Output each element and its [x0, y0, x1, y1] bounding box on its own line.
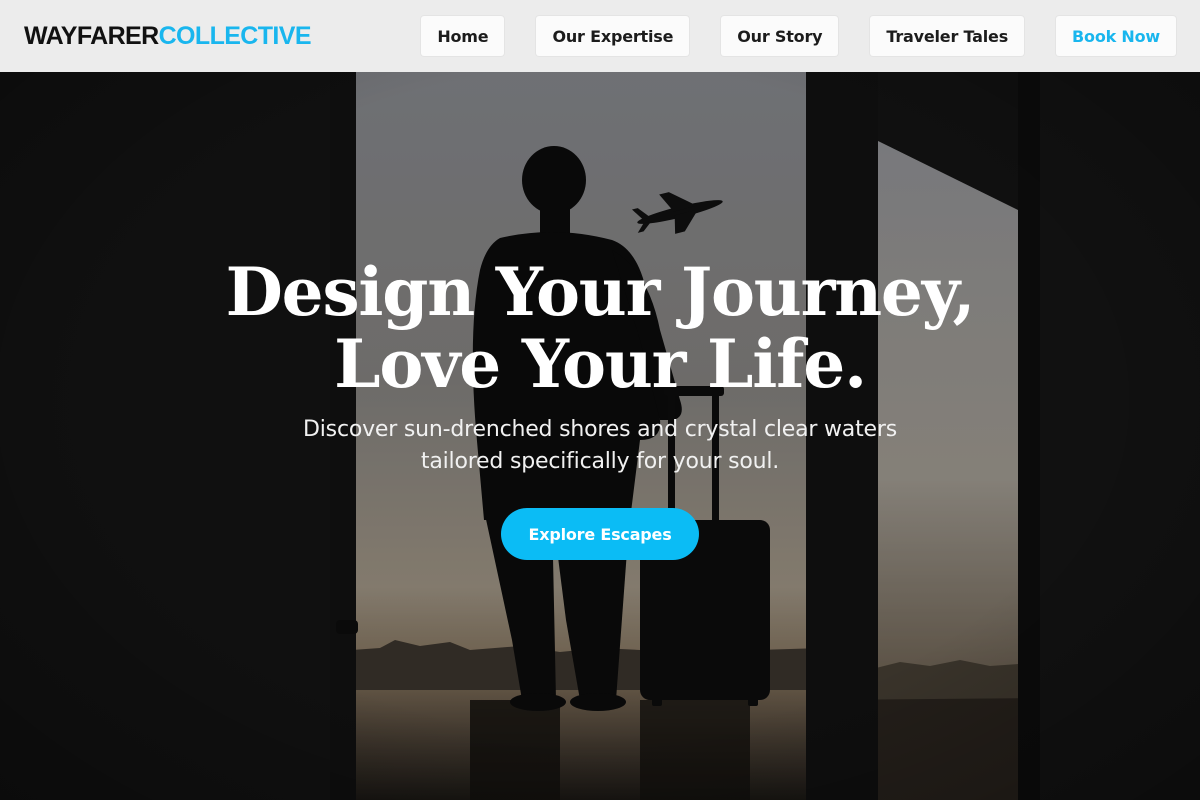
nav-our-story-button[interactable]: Our Story [721, 16, 839, 56]
nav-book-now-button[interactable]: Book Now [1056, 16, 1176, 56]
hero-content: Design Your Journey, Love Your Life. Dis… [0, 256, 1200, 560]
explore-escapes-button[interactable]: Explore Escapes [501, 508, 699, 560]
nav-home-button[interactable]: Home [421, 16, 505, 56]
main-nav: Home Our Expertise Our Story Traveler Ta… [421, 16, 1176, 56]
brand-name-part-1: WAYFARER [24, 21, 159, 50]
brand-name-part-2: COLLECTIVE [158, 21, 312, 50]
hero-subtitle-line-1: Discover sun-drenched shores and crystal… [303, 417, 897, 442]
hero-subtitle: Discover sun-drenched shores and crystal… [0, 414, 1200, 478]
brand-logo[interactable]: WAYFARER COLLECTIVE [24, 21, 312, 50]
site-header: WAYFARER COLLECTIVE Home Our Expertise Ou… [0, 0, 1200, 72]
hero-subtitle-line-2: tailored specifically for your soul. [420, 449, 780, 474]
hero-headline-line-2: Love Your Life. [334, 325, 867, 403]
nav-our-expertise-button[interactable]: Our Expertise [536, 16, 690, 56]
hero-headline-line-1: Design Your Journey, [225, 253, 976, 331]
nav-traveler-tales-button[interactable]: Traveler Tales [870, 16, 1025, 56]
hero-headline: Design Your Journey, Love Your Life. [0, 256, 1200, 400]
